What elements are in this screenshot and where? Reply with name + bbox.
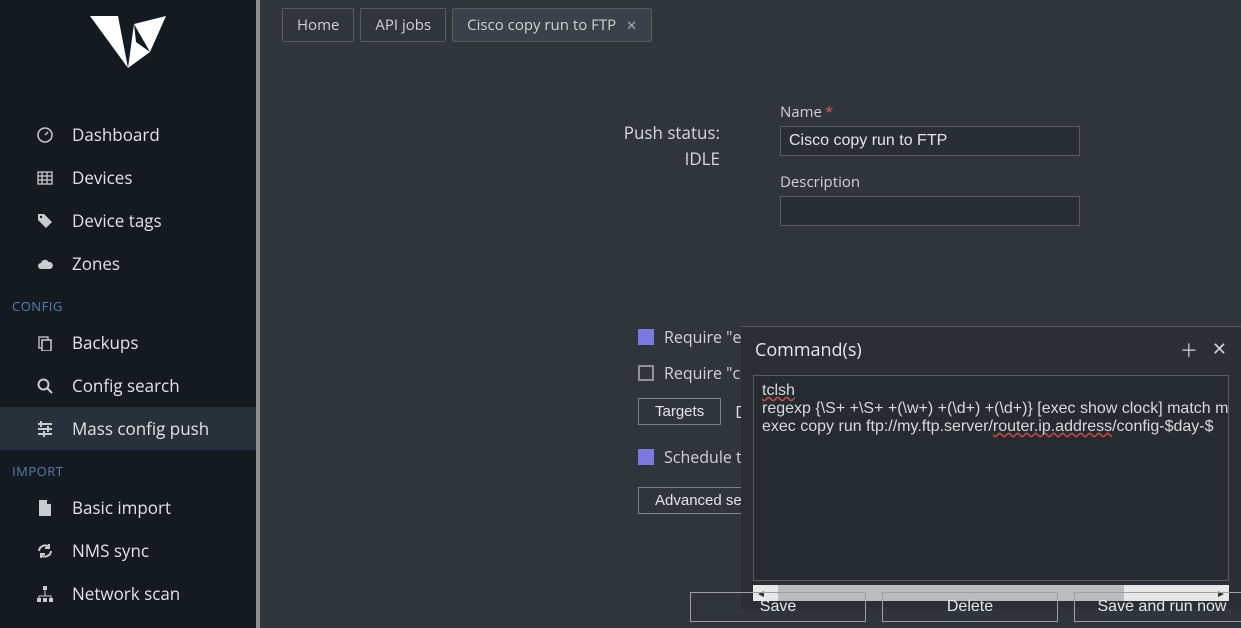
nav-group-title: CONFIG (0, 291, 256, 321)
schedule-checkbox[interactable] (638, 449, 654, 465)
sidebar-item-label: Backups (72, 331, 138, 354)
sidebar-item-label: NMS sync (72, 539, 149, 562)
required-asterisk: * (825, 102, 833, 122)
push-status-value: IDLE (560, 146, 720, 172)
sidebar-item-network-scan[interactable]: Network scan (0, 572, 256, 615)
close-icon[interactable]: ✕ (626, 16, 637, 34)
devices-icon (36, 170, 54, 186)
description-input[interactable] (780, 196, 1080, 226)
tab-label: Home (297, 15, 339, 35)
sidebar-item-config-search[interactable]: Config search (0, 364, 256, 407)
dashboard-icon (36, 127, 54, 143)
sidebar: Dashboard Devices Device tags Zones CONFIG Ba… (0, 0, 260, 628)
copy-icon (36, 335, 54, 351)
sidebar-item-devices[interactable]: Devices (0, 156, 256, 199)
require-enable-checkbox[interactable] (638, 329, 654, 345)
push-status: Push status: IDLE (560, 120, 720, 173)
logo (0, 6, 256, 113)
commands-panel: Command(s) ＋ ✕ tclshregexp {\S+ +\S+ +(\… (741, 326, 1241, 609)
command-line: exec copy run ftp://my.ftp.server/router… (762, 418, 1220, 436)
tab-label: Cisco copy run to FTP (467, 15, 616, 35)
sidebar-item-backups[interactable]: Backups (0, 321, 256, 364)
logo-icon (78, 12, 178, 85)
sidebar-item-device-tags[interactable]: Device tags (0, 199, 256, 242)
search-icon (36, 378, 54, 394)
commands-textarea[interactable]: tclshregexp {\S+ +\S+ +(\w+) +(\d+) +(\d… (753, 375, 1229, 581)
save-button[interactable]: Save (690, 592, 866, 622)
sidebar-item-nms-sync[interactable]: NMS sync (0, 529, 256, 572)
sidebar-item-basic-import[interactable]: Basic import (0, 486, 256, 529)
name-input[interactable] (780, 126, 1080, 156)
sidebar-item-label: Config search (72, 374, 180, 397)
delete-button[interactable]: Delete (882, 592, 1058, 622)
sitemap-icon (36, 586, 54, 602)
sidebar-item-label: Network scan (72, 582, 180, 605)
tab-bar: Home API jobs Cisco copy run to FTP ✕ (260, 0, 1241, 42)
sliders-icon (36, 421, 54, 437)
targets-button[interactable]: Targets (638, 398, 721, 425)
push-status-label: Push status: (560, 120, 720, 146)
action-buttons: Save Delete Save and run now (690, 592, 1241, 622)
tab-cisco-copy-run-to-ftp[interactable]: Cisco copy run to FTP ✕ (452, 8, 652, 42)
tab-api-jobs[interactable]: API jobs (360, 8, 446, 42)
sidebar-item-label: Dashboard (72, 123, 160, 146)
sidebar-item-label: Device tags (72, 209, 162, 232)
save-and-run-button[interactable]: Save and run now (1074, 592, 1241, 622)
sidebar-item-mass-config-push[interactable]: Mass config push (0, 407, 256, 450)
refresh-icon (36, 543, 54, 559)
require-configure-checkbox[interactable] (638, 365, 654, 381)
sidebar-item-label: Mass config push (72, 417, 209, 440)
tab-home[interactable]: Home (282, 8, 354, 42)
sidebar-item-label: Devices (72, 166, 132, 189)
command-line: tclsh (762, 382, 1220, 400)
add-icon[interactable]: ＋ (1180, 337, 1198, 363)
tags-icon (36, 213, 54, 229)
file-icon (36, 500, 54, 516)
content: Push status: IDLE Name* Description (260, 42, 1241, 628)
sidebar-item-label: Basic import (72, 496, 171, 519)
close-icon[interactable]: ✕ (1212, 337, 1227, 363)
sidebar-item-label: Zones (72, 252, 120, 275)
nav-group-title: IMPORT (0, 456, 256, 486)
tab-label: API jobs (375, 15, 431, 35)
description-label: Description (780, 172, 1080, 192)
commands-title: Command(s) (755, 338, 862, 362)
cloud-icon (36, 256, 54, 272)
sidebar-item-zones[interactable]: Zones (0, 242, 256, 285)
name-label: Name* (780, 102, 1080, 122)
main: Home API jobs Cisco copy run to FTP ✕ Push … (260, 0, 1241, 628)
command-line: regexp {\S+ +\S+ +(\w+) +(\d+) +(\d+)} [… (762, 400, 1220, 418)
sidebar-item-dashboard[interactable]: Dashboard (0, 113, 256, 156)
